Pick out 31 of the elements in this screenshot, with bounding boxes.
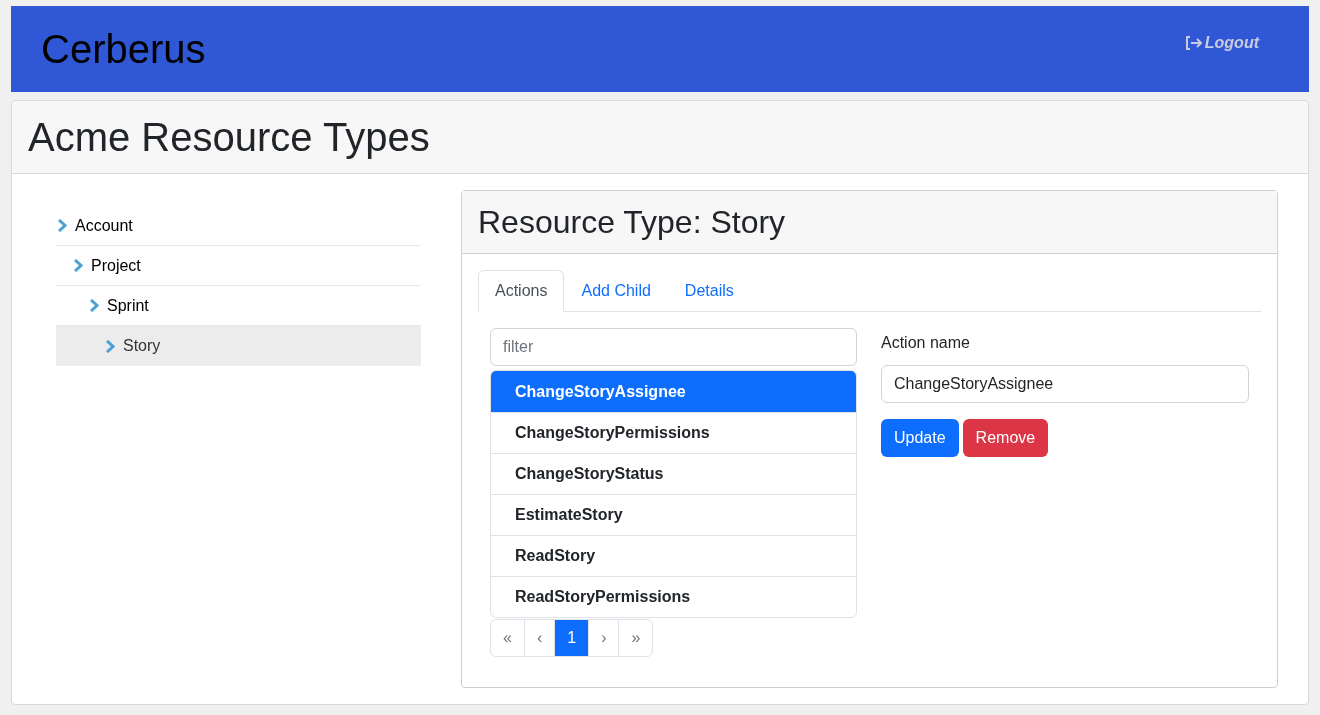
tab[interactable]: Actions [478, 270, 565, 312]
remove-button[interactable]: Remove [962, 419, 1049, 457]
filter-field[interactable]: filter [490, 328, 857, 366]
tree-item[interactable]: Story [56, 326, 421, 366]
chevron-icon [58, 219, 67, 232]
app-title: Cerberus [41, 26, 206, 73]
page-button[interactable]: » [618, 619, 654, 657]
page-title: Acme Resource Types [28, 114, 430, 161]
chevron-icon [106, 339, 115, 353]
tree-item[interactable]: Account [56, 206, 421, 246]
panel-title: Resource Type: Story [478, 203, 786, 242]
tree-item[interactable]: Project [56, 246, 421, 286]
chevron-icon [74, 259, 83, 272]
chevron-icon [90, 299, 99, 312]
tab[interactable]: Details [667, 270, 751, 312]
page-button[interactable]: « [490, 619, 525, 657]
action-item[interactable]: ChangeStoryPermissions [491, 412, 856, 453]
action-item[interactable]: ReadStoryPermissions [491, 576, 856, 617]
action-item[interactable]: EstimateStory [491, 494, 856, 535]
update-button[interactable]: Update [881, 419, 959, 457]
logout-link[interactable]: Logout [1184, 31, 1259, 55]
page-button[interactable]: › [588, 619, 620, 657]
page-button[interactable]: 1 [554, 619, 590, 657]
page-button[interactable]: ‹ [523, 619, 556, 657]
logout-icon [1184, 35, 1203, 51]
action-item[interactable]: ChangeStoryAssignee [491, 371, 856, 412]
action-name-field[interactable]: ChangeStoryAssignee [881, 365, 1249, 403]
action-item[interactable]: ReadStory [491, 535, 856, 576]
action-name-label: Action name [881, 333, 971, 353]
tab[interactable]: Add Child [564, 270, 668, 312]
action-item[interactable]: ChangeStoryStatus [491, 453, 856, 494]
